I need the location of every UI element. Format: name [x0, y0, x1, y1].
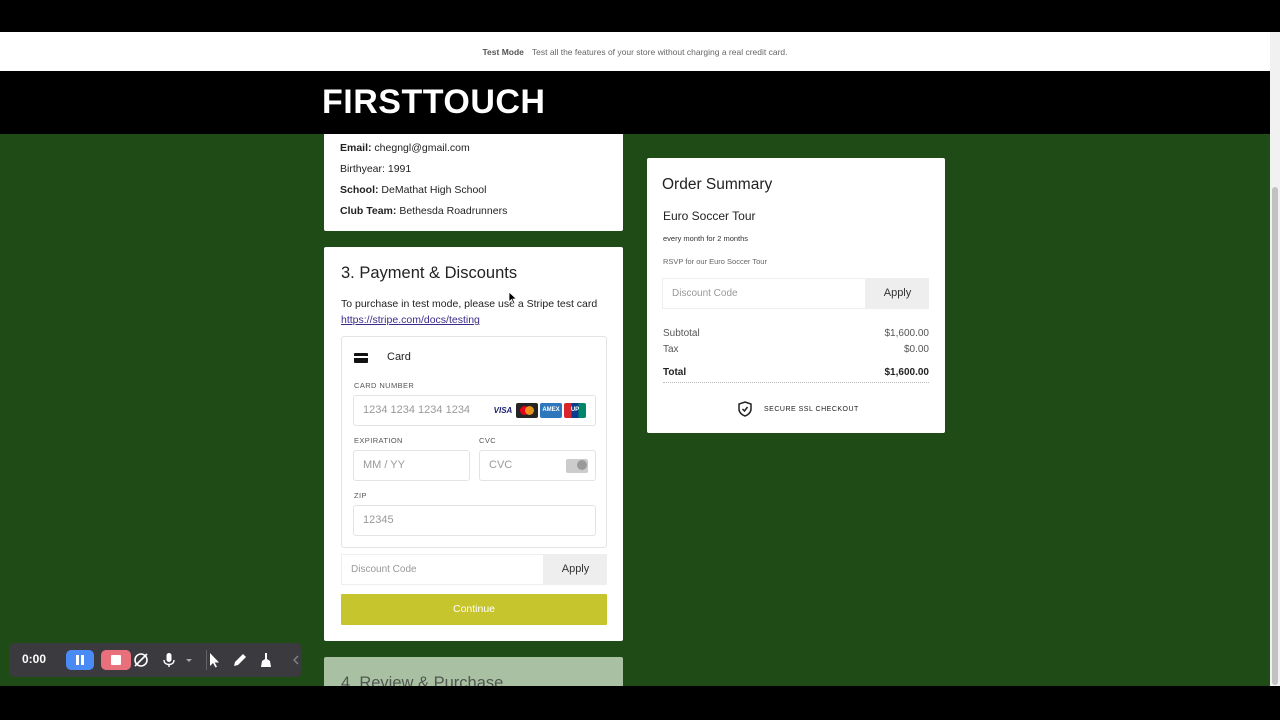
subtotal-label: Subtotal [663, 328, 700, 339]
subtotal-row: Subtotal $1,600.00 [663, 328, 929, 339]
screen-recorder-toolbar: 0:00 [9, 643, 302, 677]
shield-check-icon [738, 401, 752, 417]
store-logo[interactable]: FIRSTTOUCH [322, 83, 545, 122]
order-summary-title: Order Summary [662, 176, 773, 193]
card-number-placeholder: 1234 1234 1234 1234 [363, 404, 471, 416]
info-value: chegngl@gmail.com [371, 142, 470, 154]
stripe-testing-link[interactable]: https://stripe.com/docs/testing [341, 314, 480, 326]
secure-checkout-text: SECURE SSL CHECKOUT [764, 405, 859, 413]
product-description: RSVP for our Euro Soccer Tour [663, 257, 767, 266]
info-value: Bethesda Roadrunners [396, 205, 508, 217]
summary-discount-row: Discount Code Apply [662, 278, 929, 309]
summary-divider [663, 382, 929, 383]
pause-recording-button[interactable] [66, 650, 94, 670]
stripe-card-element: Card CARD NUMBER 1234 1234 1234 1234 VIS… [341, 336, 607, 548]
screen-top-bar [0, 0, 1280, 32]
customer-info-card: Email: chegngl@gmail.com Birthyear: 1991… [324, 134, 623, 231]
secure-checkout-badge: SECURE SSL CHECKOUT [738, 401, 859, 417]
pointer-icon[interactable] [205, 651, 223, 669]
card-tab-label[interactable]: Card [387, 351, 411, 363]
microphone-icon[interactable] [160, 651, 178, 669]
continue-button[interactable]: Continue [341, 594, 607, 625]
tax-value: $0.00 [903, 344, 929, 355]
zip-label: ZIP [354, 491, 367, 500]
site-header: FIRSTTOUCH [0, 71, 1270, 134]
expiration-label: EXPIRATION [354, 436, 403, 445]
total-row: Total $1,600.00 [663, 367, 929, 378]
card-number-input[interactable]: 1234 1234 1234 1234 VISA AMEX UP [353, 395, 596, 426]
summary-discount-apply-button[interactable]: Apply [866, 278, 929, 309]
payment-card: 3. Payment & Discounts To purchase in te… [324, 247, 623, 641]
credit-card-icon [354, 353, 368, 363]
eraser-icon[interactable] [257, 651, 275, 669]
visa-icon: VISA [492, 403, 514, 418]
zip-input[interactable]: 12345 [353, 505, 596, 536]
stop-recording-button[interactable] [101, 650, 131, 670]
review-purchase-card[interactable]: 4. Review & Purchase [324, 657, 623, 686]
recording-timer: 0:00 [22, 652, 47, 666]
mouse-cursor-icon [508, 291, 518, 305]
cvc-input[interactable]: CVC [479, 450, 596, 481]
collapse-toolbar-icon[interactable] [292, 651, 300, 669]
payment-instructions: To purchase in test mode, please use a S… [341, 298, 598, 310]
unionpay-icon: UP [564, 403, 586, 418]
total-label: Total [663, 367, 687, 378]
review-section-title: 4. Review & Purchase [341, 674, 504, 686]
info-email: Email: chegngl@gmail.com [340, 138, 607, 159]
order-summary-card: Order Summary Euro Soccer Tour every mon… [647, 158, 945, 433]
test-mode-label: Test Mode [482, 46, 524, 57]
zip-placeholder: 12345 [363, 514, 394, 526]
payment-discount-row: Discount Code Apply [341, 554, 607, 585]
payment-discount-input[interactable]: Discount Code [341, 554, 544, 585]
screen-bottom-bar [0, 686, 1280, 720]
info-label: Email: [340, 142, 372, 154]
amex-icon: AMEX [540, 403, 562, 418]
expiration-input[interactable]: MM / YY [353, 450, 470, 481]
camera-off-icon[interactable] [132, 651, 150, 669]
cvc-card-icon [566, 459, 588, 473]
mastercard-icon [516, 403, 538, 418]
scrollbar-thumb[interactable] [1272, 187, 1278, 685]
info-label: School: [340, 184, 379, 196]
payment-section-title: 3. Payment & Discounts [341, 264, 518, 282]
pen-icon[interactable] [231, 651, 249, 669]
info-birthyear: Birthyear: 1991 [340, 159, 607, 180]
total-value: $1,600.00 [884, 367, 930, 378]
cvc-label: CVC [479, 436, 497, 445]
info-label: Club Team: [340, 205, 397, 217]
test-mode-message: Test all the features of your store with… [531, 46, 788, 57]
tax-row: Tax $0.00 [663, 344, 929, 355]
info-club-team: Club Team: Bethesda Roadrunners [340, 201, 607, 222]
expiration-placeholder: MM / YY [363, 459, 405, 471]
test-mode-banner: Test Mode Test all the features of your … [0, 32, 1270, 71]
checkout-page: Email: chegngl@gmail.com Birthyear: 1991… [0, 134, 1270, 686]
info-value: 1991 [384, 163, 412, 175]
card-number-label: CARD NUMBER [354, 381, 415, 390]
info-label: Birthyear: [340, 163, 385, 175]
payment-discount-apply-button[interactable]: Apply [544, 554, 607, 585]
product-frequency: every month for 2 months [663, 234, 749, 243]
info-school: School: DeMathat High School [340, 180, 607, 201]
chevron-down-icon[interactable] [185, 651, 193, 669]
product-name: Euro Soccer Tour [663, 209, 756, 223]
cvc-placeholder: CVC [489, 459, 513, 471]
page-scrollbar[interactable] [1270, 32, 1280, 686]
tax-label: Tax [663, 344, 679, 355]
summary-discount-input[interactable]: Discount Code [662, 278, 866, 309]
subtotal-value: $1,600.00 [884, 328, 930, 339]
info-value: DeMathat High School [378, 184, 487, 196]
